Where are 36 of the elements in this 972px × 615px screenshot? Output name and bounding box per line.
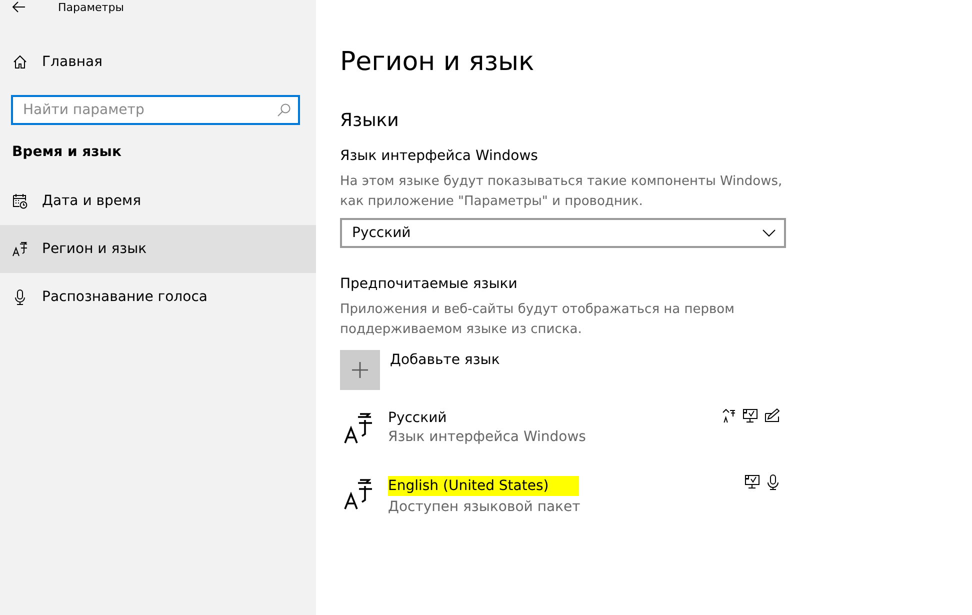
setting-label: Язык интерфейса Windows (340, 148, 539, 164)
language-icon (344, 478, 372, 510)
language-icon (722, 408, 736, 424)
monitor-icon (744, 474, 760, 490)
search-field[interactable]: Найти параметр (11, 95, 300, 125)
sidebar-item[interactable]: Регион и язык (0, 225, 316, 273)
section-heading: Время и язык (11, 143, 122, 162)
window-title: Параметры (58, 0, 124, 14)
language-status: Доступен языковой пакет (388, 499, 582, 515)
add-language-label[interactable]: Добавьте язык (390, 352, 500, 368)
language-status: Язык интерфейса Windows (388, 429, 587, 445)
language-icon (344, 412, 372, 444)
language-name: English (United States) (388, 476, 579, 496)
section-heading: Языки (340, 110, 400, 133)
language-dropdown[interactable]: Русский (340, 218, 786, 248)
home-nav-item[interactable]: Главная (0, 38, 316, 86)
language-name: Русский (388, 410, 447, 426)
monitor-icon (742, 408, 758, 424)
sidebar-item[interactable]: Распознавание голоса (0, 273, 316, 321)
back-arrow-icon (12, 1, 26, 13)
home-icon (12, 54, 28, 70)
setting-label: Предпочитаемые языки (340, 276, 518, 292)
chevron-down-icon (762, 229, 776, 237)
setting-description: Приложения и веб-сайты будут отображаться на первом поддерживаемом языке из списка. (340, 301, 736, 339)
calendar-clock-icon (12, 193, 28, 209)
plus-icon (351, 361, 369, 379)
sidebar-item[interactable]: Дата и время (0, 177, 316, 225)
page-title: Регион и язык (340, 46, 536, 79)
pencil-icon (764, 408, 780, 424)
microphone-icon (766, 474, 780, 490)
language-icon (12, 241, 28, 257)
microphone-icon (12, 289, 28, 305)
setting-description: На этом языке будут показываться такие компоненты Windows, как приложение "Параметры" и проводник. (340, 173, 784, 211)
search-icon (277, 103, 291, 117)
language-item[interactable]: English (United States) Доступен языковой пакет (340, 476, 780, 522)
language-item[interactable]: Русский Язык интерфейса Windows (340, 410, 780, 456)
